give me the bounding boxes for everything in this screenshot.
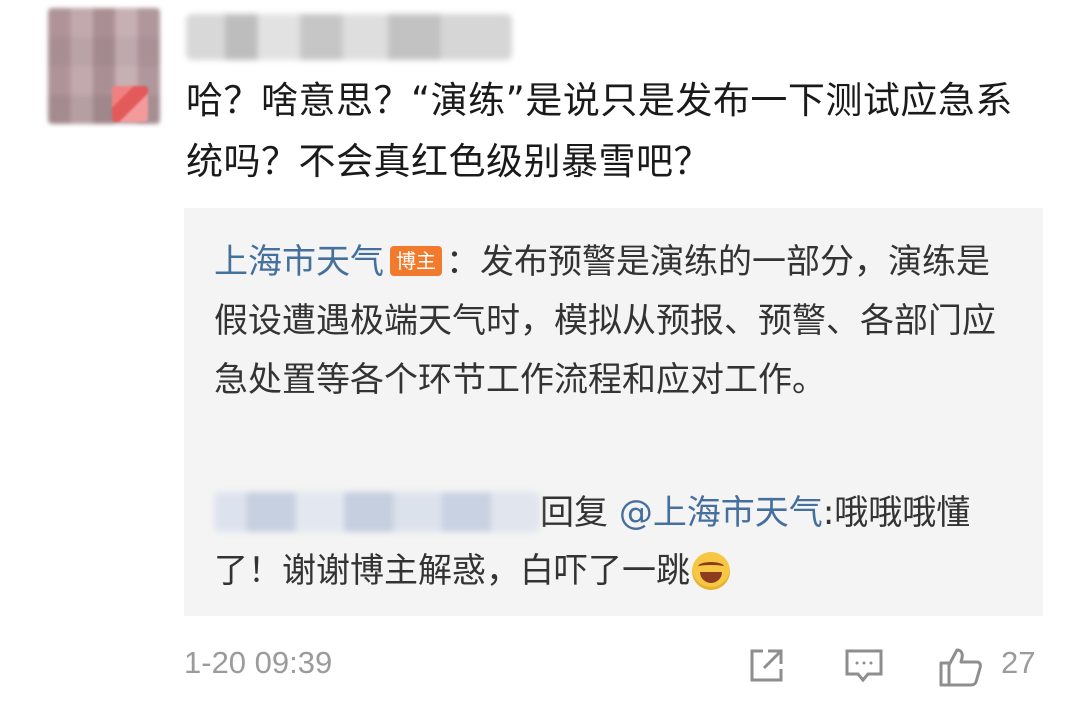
reply-word: 回复 [540, 493, 608, 533]
reply-author-blurred[interactable] [214, 492, 540, 532]
username[interactable] [186, 14, 512, 60]
avatar-badge [112, 86, 148, 122]
like-icon[interactable] [937, 646, 985, 688]
comment-text: 哈？啥意思？“演练”是说只是发布一下测试应急系统吗？不会真红色级别暴雪吧？ [186, 79, 1013, 183]
reply-item: 上海市天气 博主 ：发布预警是演练的一部分，演练是假设遭遇极端天气时，模拟从预报、预… [214, 233, 1014, 410]
like-count: 27 [1001, 645, 1036, 680]
reply-author-link[interactable]: 上海市天气 [214, 242, 384, 282]
share-icon[interactable] [746, 646, 786, 686]
blogger-badge: 博主 [390, 246, 442, 276]
reply-item: 回复 @上海市天气:哦哦哦懂了！谢谢博主解惑，白吓了一跳 [214, 484, 1024, 600]
laughing-emoji-icon [692, 552, 730, 590]
timestamp: 1-20 09:39 [184, 645, 333, 680]
comment-icon[interactable] [843, 646, 885, 686]
mention-link[interactable]: @上海市天气 [619, 493, 823, 533]
